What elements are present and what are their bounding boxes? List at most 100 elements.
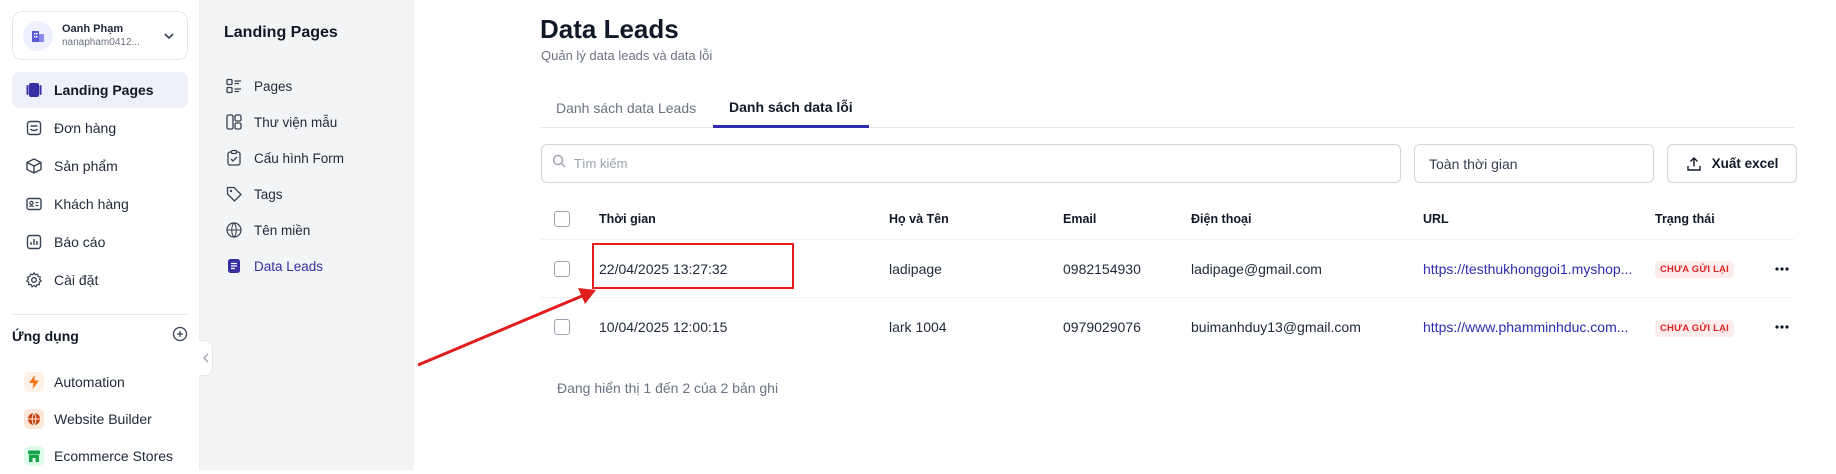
subnav-item-label: Cấu hình Form (254, 150, 345, 166)
app-item-ecommerce-stores[interactable]: Ecommerce Stores (12, 437, 188, 474)
row-checkbox[interactable] (554, 260, 570, 277)
collapse-sidebar-button[interactable] (199, 340, 213, 376)
main-sidebar: Oanh Phạm nanapham0412... Landing Pages … (0, 0, 200, 470)
subnav-item-form-config[interactable]: Cấu hình Form (224, 140, 404, 176)
app-item-automation[interactable]: Automation (12, 363, 188, 400)
sidebar-item-label: Đơn hàng (54, 120, 117, 136)
sidebar-item-orders[interactable]: Đơn hàng (12, 110, 188, 146)
subnav-item-data-leads[interactable]: Data Leads (224, 248, 404, 284)
sidebar-nav: Landing Pages Đơn hàng Sản phẩm Khách hà… (12, 72, 188, 300)
cell-name: ladipage (889, 260, 942, 277)
chevron-down-icon[interactable] (161, 28, 177, 44)
account-email: nanapham0412... (62, 36, 140, 48)
gear-icon (24, 270, 44, 290)
column-header-name[interactable]: Họ và Tên (889, 212, 1063, 226)
sidebar-item-label: Khách hàng (54, 196, 129, 212)
orders-icon (24, 118, 44, 138)
landing-pages-icon (24, 80, 44, 100)
sidebar-item-label: Báo cáo (54, 234, 106, 250)
column-header-email[interactable]: Email (1063, 212, 1191, 226)
cell-email: 0982154930 (1063, 260, 1141, 277)
contact-card-icon (24, 194, 44, 214)
search-icon (552, 154, 566, 173)
subnav-item-templates[interactable]: Thư viện mẫu (224, 104, 404, 140)
status-badge: CHƯA GỬI LẠI (1655, 261, 1735, 278)
sidebar-item-label: Cài đặt (54, 272, 99, 288)
account-switcher[interactable]: Oanh Phạm nanapham0412... (12, 11, 188, 60)
sidebar-item-settings[interactable]: Cài đặt (12, 262, 188, 298)
column-header-status[interactable]: Trạng thái (1655, 212, 1770, 226)
www-icon (224, 220, 244, 240)
cell-email: 0979029076 (1063, 319, 1141, 335)
apps-title: Ứng dụng (12, 327, 79, 344)
time-range-select[interactable]: Toàn thời gian (1414, 144, 1654, 183)
subnav-item-label: Thư viện mẫu (254, 114, 338, 130)
row-checkbox[interactable] (554, 319, 570, 335)
tab-error-data[interactable]: Danh sách data lỗi (713, 88, 869, 128)
subnav-item-tags[interactable]: Tags (224, 176, 404, 212)
sidebar-item-customers[interactable]: Khách hàng (12, 186, 188, 222)
page-title: Data Leads (540, 14, 679, 44)
add-circle-icon[interactable] (172, 326, 188, 345)
list-icon (224, 76, 244, 96)
apps-header: Ứng dụng (12, 326, 188, 345)
store-icon (24, 445, 44, 466)
tag-icon (224, 184, 244, 204)
box-icon (24, 156, 44, 176)
select-all-checkbox[interactable] (554, 210, 570, 227)
export-label: Xuất excel (1711, 156, 1779, 171)
subnav-item-label: Tags (254, 186, 283, 202)
globe-icon (24, 408, 44, 429)
subnav-item-label: Data Leads (254, 258, 324, 274)
account-name: Oanh Phạm (62, 22, 124, 35)
sidebar-divider (12, 314, 188, 315)
tabs-bar: Danh sách data Leads Danh sách data lỗi (540, 88, 1794, 128)
annotation-highlight-box (592, 243, 794, 289)
cell-phone: buimanhduy13@gmail.com (1191, 319, 1361, 335)
sidebar-item-label: Sản phẩm (54, 158, 118, 174)
apps-list: Automation Website Builder Ecommerce Sto… (12, 363, 188, 474)
cell-name: lark 1004 (889, 319, 947, 335)
export-excel-button[interactable]: Xuất excel (1667, 144, 1797, 183)
page-subtitle: Quản lý data leads và data lỗi (541, 48, 713, 63)
search-box[interactable] (541, 144, 1401, 183)
column-header-phone[interactable]: Điện thoại (1191, 212, 1423, 226)
cell-url-link[interactable]: https://testhukhonggoi1.myshop... (1423, 261, 1655, 277)
templates-icon (224, 112, 244, 132)
chart-icon (24, 232, 44, 252)
subpanel-title: Landing Pages (224, 24, 338, 41)
column-header-time[interactable]: Thời gian (599, 212, 889, 226)
table-row[interactable]: 10/04/2025 12:00:15 lark 1004 0979029076… (541, 298, 1794, 356)
more-actions-icon[interactable] (1770, 266, 1794, 271)
status-badge: CHƯA GỬI LẠI (1655, 319, 1735, 337)
cell-phone: ladipage@gmail.com (1191, 260, 1322, 277)
app-item-label: Automation (54, 373, 125, 390)
search-input[interactable] (572, 155, 1352, 172)
lightning-icon (24, 371, 44, 392)
sidebar-item-products[interactable]: Sản phẩm (12, 148, 188, 184)
app-item-label: Ecommerce Stores (54, 447, 174, 464)
document-icon (224, 256, 244, 276)
subnav-item-domains[interactable]: Tên miền (224, 212, 404, 248)
sidebar-item-label: Landing Pages (54, 82, 154, 98)
building-icon (23, 20, 53, 51)
app-item-website-builder[interactable]: Website Builder (12, 400, 188, 437)
subpanel-nav: Pages Thư viện mẫu Cấu hình Form Tags Tê… (224, 68, 404, 284)
subnav-item-label: Pages (254, 78, 293, 94)
app-item-label: Website Builder (54, 410, 152, 427)
pagination-info: Đang hiển thị 1 đến 2 của 2 bản ghi (557, 380, 779, 396)
sidebar-item-reports[interactable]: Báo cáo (12, 224, 188, 260)
chevron-left-icon (202, 353, 208, 363)
column-header-url[interactable]: URL (1423, 212, 1655, 226)
sidebar-item-landing-pages[interactable]: Landing Pages (12, 72, 188, 108)
subnav-item-pages[interactable]: Pages (224, 68, 404, 104)
table-header: Thời gian Họ và Tên Email Điện thoại URL… (541, 198, 1794, 240)
main-content: Data Leads Quản lý data leads và data lỗ… (414, 0, 1836, 470)
subnav-item-label: Tên miền (254, 222, 311, 238)
clipboard-icon (224, 148, 244, 168)
more-actions-icon[interactable] (1770, 325, 1794, 329)
cell-time: 10/04/2025 12:00:15 (599, 319, 728, 335)
sub-navigation-panel: Landing Pages Pages Thư viện mẫu Cấu hìn… (200, 0, 414, 470)
tab-data-leads[interactable]: Danh sách data Leads (540, 88, 712, 128)
cell-url-link[interactable]: https://www.phamminhduc.com... (1423, 319, 1655, 335)
